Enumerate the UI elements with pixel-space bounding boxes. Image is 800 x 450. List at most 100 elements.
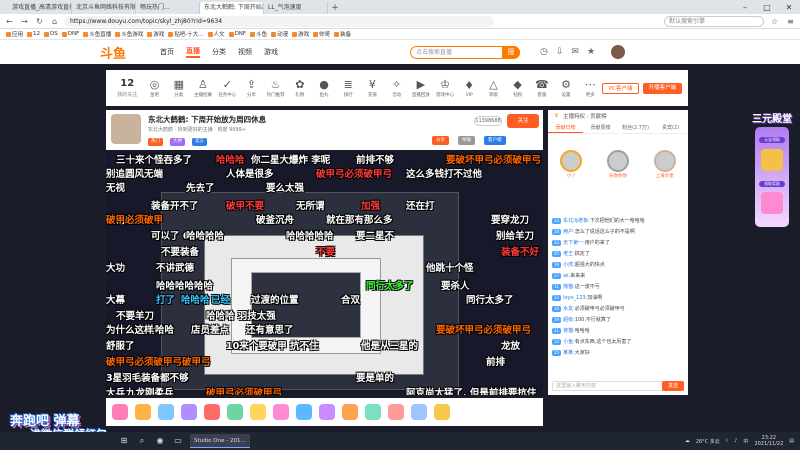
bookmark-item[interactable]: DS bbox=[44, 31, 58, 37]
ime-indicator[interactable]: 中 bbox=[743, 438, 748, 445]
gift-icon[interactable] bbox=[388, 404, 404, 420]
side-tab[interactable]: 贡献日榜 bbox=[548, 122, 583, 133]
promo-badge[interactable]: 领取奖励 bbox=[759, 181, 785, 187]
gift-icon[interactable] bbox=[342, 404, 358, 420]
volume-icon[interactable]: ♪ bbox=[734, 438, 737, 444]
anchor-avatar[interactable] bbox=[111, 114, 141, 144]
browser-icon[interactable]: ◉ bbox=[154, 435, 166, 447]
function-item[interactable]: ♔ 游戏中心 bbox=[433, 78, 457, 98]
gift-icon[interactable] bbox=[158, 404, 174, 420]
home-icon[interactable]: ⌂ bbox=[49, 17, 60, 26]
star-icon[interactable]: ★ bbox=[587, 47, 595, 57]
nav-category[interactable]: 分类 bbox=[212, 47, 226, 57]
bookmark-item[interactable]: DNF bbox=[228, 31, 246, 37]
browser-tab[interactable]: 北京斗鱼网络科技有限公司 bbox=[72, 2, 136, 14]
function-item[interactable]: ☎ 客服 bbox=[530, 78, 554, 98]
report-button[interactable]: 举报 bbox=[458, 136, 475, 145]
gift-icon[interactable] bbox=[434, 404, 450, 420]
chat-user[interactable]: loyo_123: bbox=[563, 295, 587, 301]
browser-tab[interactable]: 畅玩热门... bbox=[136, 2, 200, 14]
new-tab-icon[interactable]: + bbox=[328, 2, 342, 14]
gift-icon[interactable] bbox=[135, 404, 151, 420]
bookmark-item[interactable]: 斗鱼直播 bbox=[83, 30, 111, 38]
nav-video[interactable]: 视频 bbox=[238, 47, 252, 57]
notification-icon[interactable]: ▤ bbox=[789, 438, 794, 444]
function-item[interactable]: ¥ 充值 bbox=[360, 78, 384, 98]
function-item[interactable]: ▦ 分类 bbox=[167, 78, 191, 98]
browser-tab-active[interactable]: 东北大鹤鹤: 下周开始放... bbox=[200, 2, 264, 14]
search-button[interactable]: 搜 bbox=[502, 45, 520, 59]
nav-home[interactable]: 首页 bbox=[160, 47, 174, 57]
bookmark-item[interactable]: 斗鱼 bbox=[250, 30, 267, 38]
function-item[interactable]: ● 鱼丸 bbox=[312, 78, 336, 98]
chat-user[interactable]: 水友: bbox=[563, 306, 575, 312]
bookmark-item[interactable]: 斗鱼游戏 bbox=[115, 30, 143, 38]
history-icon[interactable]: ◷ bbox=[540, 47, 548, 57]
bookmark-item[interactable]: 贴吧-十大... bbox=[168, 30, 204, 38]
chat-user[interactable]: 夜猫: bbox=[563, 328, 575, 334]
chat-user[interactable]: 天下第一: bbox=[563, 240, 585, 246]
browser-tab[interactable]: LL_气泡速度 bbox=[264, 2, 328, 14]
bookmark-item[interactable]: 装备 bbox=[334, 30, 351, 38]
site-logo[interactable]: 斗鱼 bbox=[100, 43, 148, 62]
clock[interactable]: 23:22 2021/11/22 bbox=[754, 435, 783, 447]
bookmark-item[interactable]: 游戏 bbox=[292, 30, 309, 38]
gift-icon[interactable] bbox=[204, 404, 220, 420]
forward-icon[interactable]: → bbox=[19, 17, 30, 26]
message-icon[interactable]: ✉ bbox=[571, 47, 579, 57]
minimize-icon[interactable]: – bbox=[734, 2, 756, 14]
gift-icon[interactable] bbox=[365, 404, 381, 420]
function-item[interactable]: ✓ 任务中心 bbox=[215, 78, 239, 98]
user-avatar[interactable] bbox=[611, 45, 626, 59]
chat-user[interactable]: 用户: bbox=[563, 229, 575, 235]
chat-user[interactable]: 超级: bbox=[563, 317, 575, 323]
back-icon[interactable]: ← bbox=[4, 17, 15, 26]
side-tab[interactable]: 粉丝(2.7万) bbox=[618, 122, 653, 133]
bookmark-item[interactable]: 12 bbox=[27, 31, 40, 37]
weather-icon[interactable]: ☁ bbox=[685, 438, 690, 444]
chat-user[interactable]: 老王: bbox=[563, 251, 575, 257]
function-item[interactable]: ♦ VIP bbox=[457, 79, 481, 98]
chat-user[interactable]: 东北冯老板: bbox=[563, 218, 590, 224]
gift-icon[interactable] bbox=[273, 404, 289, 420]
video-player[interactable]: 三十来个怪吞多了 哈哈哈 你二星大爆炸 李呢 前排不够 要破坏甲弓必须破甲弓 别追圆风无端… bbox=[106, 150, 543, 395]
function-item[interactable]: ◎ 鱼吧 bbox=[142, 78, 166, 98]
bookmark-item[interactable]: DNF bbox=[61, 31, 79, 37]
function-item[interactable]: ✿ 礼物 bbox=[288, 78, 312, 98]
maximize-icon[interactable]: □ bbox=[756, 2, 778, 14]
rank-item[interactable]: 上海大佬 bbox=[647, 142, 683, 214]
rank-item[interactable]: 小丫 bbox=[553, 142, 589, 214]
side-tab[interactable]: 贵宾(2) bbox=[653, 122, 688, 133]
function-item[interactable]: ♙ 主播招募 bbox=[191, 78, 215, 98]
gift-icon[interactable] bbox=[296, 404, 312, 420]
nav-live[interactable]: 直播 bbox=[186, 46, 200, 58]
live-client-button[interactable]: 开播客户端 bbox=[642, 82, 682, 94]
gift-icon[interactable] bbox=[411, 404, 427, 420]
follow-button[interactable]: 关注 bbox=[507, 114, 539, 128]
follow-count[interactable]: 12 我的关注 bbox=[112, 78, 142, 99]
function-item[interactable]: ⚙ 设置 bbox=[554, 78, 578, 98]
share-button[interactable]: 分享 bbox=[432, 136, 449, 145]
windows-start-icon[interactable]: ⊞ bbox=[118, 435, 130, 447]
bookmark-item[interactable]: 应用 bbox=[6, 30, 23, 38]
rank-item[interactable]: 乐你你你 bbox=[600, 142, 636, 214]
star-icon[interactable]: ☆ bbox=[769, 17, 780, 26]
folder-icon[interactable]: ▭ bbox=[172, 435, 184, 447]
side-tab[interactable]: 贡献周榜 bbox=[583, 122, 618, 133]
function-item[interactable]: ⇪ 分享 bbox=[239, 78, 263, 98]
function-item[interactable]: ≣ 排行 bbox=[336, 78, 360, 98]
bookmark-item[interactable]: 游戏 bbox=[147, 30, 164, 38]
gift-icon[interactable] bbox=[319, 404, 335, 420]
bookmark-item[interactable]: 动漫 bbox=[271, 30, 288, 38]
chat-user[interactable]: 小鱼: bbox=[563, 339, 575, 345]
gift-icon[interactable] bbox=[112, 404, 128, 420]
bookmark-item[interactable]: 人文 bbox=[207, 30, 225, 38]
client-button[interactable]: 客户端 bbox=[484, 136, 506, 145]
browser-search-input[interactable]: 默认搜索引擎 bbox=[664, 15, 764, 27]
function-item[interactable]: △ 等级 bbox=[481, 78, 505, 98]
gift-icon[interactable] bbox=[227, 404, 243, 420]
chat-user[interactable]: 小虎: bbox=[563, 262, 575, 268]
gift-icon[interactable] bbox=[181, 404, 197, 420]
function-item[interactable]: ⋯ 更多 bbox=[578, 78, 602, 98]
function-item[interactable]: ◆ 钻粉 bbox=[506, 78, 530, 98]
